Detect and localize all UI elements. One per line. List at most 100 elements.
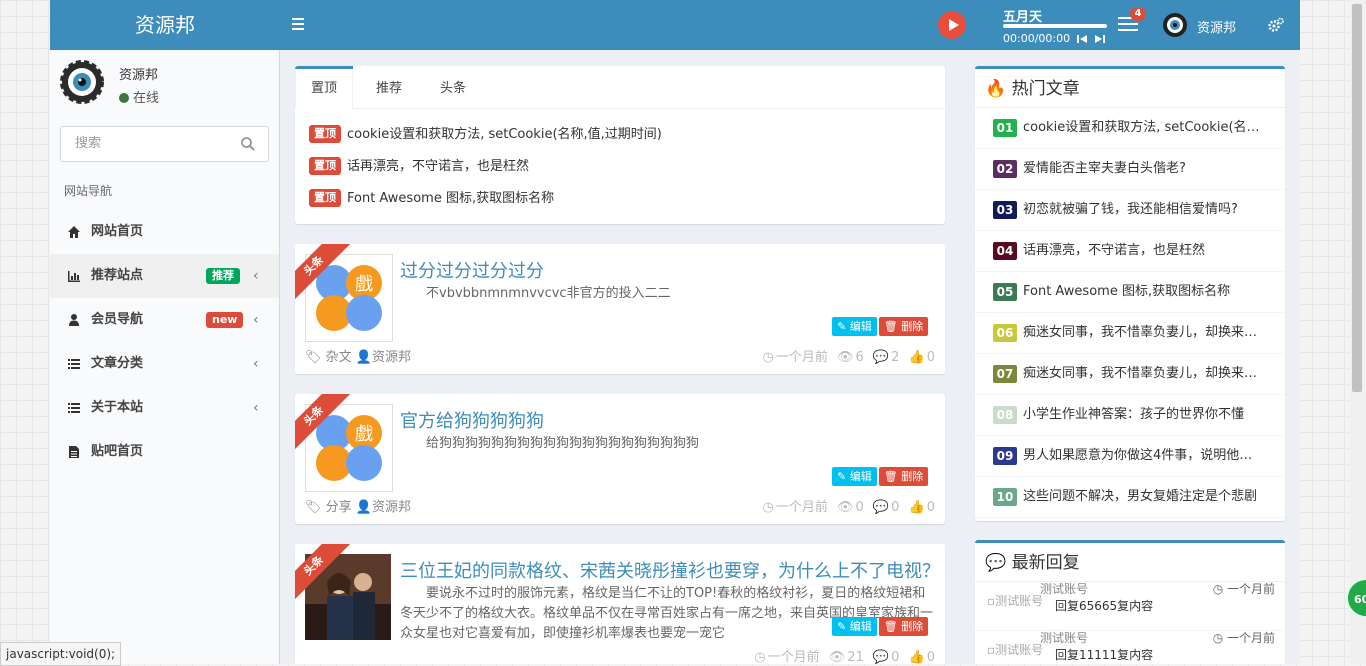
comment-icon: 💬 [872, 500, 890, 515]
post-author[interactable]: 资源邦 [372, 350, 411, 365]
sidebar-item-recommended-sites[interactable]: 推荐站点 推荐 ‹ [50, 254, 279, 298]
svg-text:戲: 戲 [355, 274, 373, 295]
rank-badge: 03 [993, 201, 1017, 219]
tab-headlines[interactable]: 头条 [425, 66, 481, 107]
hot-article-item[interactable]: 04 话再漂亮，不守诺言，也是枉然 [975, 231, 1285, 272]
post-excerpt: 给狗狗狗狗狗狗狗狗狗狗狗狗狗狗狗狗狗狗狗狗 [426, 436, 700, 451]
page-scrollbar[interactable] [1349, 0, 1366, 664]
reply-time-text: 一个月前 [1226, 582, 1275, 596]
thumbs-up-icon[interactable]: 👍 [909, 500, 925, 515]
reply-item[interactable]: 测试账号 ◷ 一个月前 ▫测试账号 回复65665复内容 [975, 582, 1285, 631]
post-author[interactable]: 资源邦 [372, 500, 411, 515]
hot-article-item[interactable]: 07 痴迷女同事，我不惜辜负妻儿，却换来一场空 [975, 354, 1285, 395]
replies-title-text: 最新回复 [1011, 553, 1080, 573]
rank-badge: 10 [993, 488, 1017, 506]
browser-status-bar: javascript:void(0); [0, 642, 122, 666]
sidebar-item-about[interactable]: 关于本站 ‹ [50, 386, 279, 430]
hot-article-item[interactable]: 08 小学生作业神答案：孩子的世界你不懂 [975, 395, 1285, 436]
user-avatar-icon[interactable] [1162, 12, 1188, 38]
chevron-left-icon: ‹ [253, 268, 259, 284]
thumbs-up-icon[interactable]: 👍 [909, 350, 925, 365]
reply-avatar-alt: 测试账号 [995, 643, 1044, 657]
delete-label: 删除 [901, 320, 924, 333]
thumbs-up-icon[interactable]: 👍 [909, 650, 925, 664]
hot-article-item[interactable]: 06 痴迷女同事，我不惜辜负妻儿，却换来一场空 [975, 313, 1285, 354]
hot-article-title: 这些问题不解决，男女复婚注定是个悲剧 [1023, 489, 1258, 504]
sidebar-item-label: 关于本站 [91, 400, 144, 415]
top-header: 资源邦 五月天 00:00/00:00 4 资源邦 [50, 0, 1300, 50]
pinned-article-link[interactable]: 置顶 话再漂亮，不守诺言，也是枉然 [309, 156, 529, 178]
site-logo[interactable]: 资源邦 [50, 0, 280, 50]
rank-badge: 07 [993, 365, 1017, 383]
latest-replies-title: 💬 最新回复 [975, 543, 1285, 582]
delete-button[interactable]: 🗑 删除 [878, 317, 929, 336]
post-time: 一个月前 [767, 650, 820, 664]
rank-badge: 06 [993, 324, 1017, 342]
reply-user-name[interactable]: 测试账号 [1040, 580, 1088, 597]
reply-user-name[interactable]: 测试账号 [1040, 629, 1088, 646]
edit-button[interactable]: ✎ 编辑 [832, 467, 877, 486]
hot-article-item[interactable]: 09 男人如果愿意为你做这4件事，说明他真的爱你 [975, 436, 1285, 477]
play-button[interactable] [938, 11, 966, 39]
rank-badge: 01 [993, 119, 1017, 137]
delete-button[interactable]: 🗑 删除 [878, 617, 929, 636]
sidebar-toggle-button[interactable] [288, 15, 308, 35]
home-icon [68, 226, 80, 238]
reply-content: 回复11111复内容 [1055, 648, 1154, 662]
search-icon[interactable] [240, 136, 256, 152]
user-icon: 👤 [355, 500, 372, 515]
hot-article-item[interactable]: 05 Font Awesome 图标,获取图标名称 [975, 272, 1285, 313]
user-status: 在线 [119, 87, 159, 106]
hot-article-title: 初恋就被骗了钱，我还能相信爱情吗? [1023, 202, 1238, 217]
hot-article-item[interactable]: 10 这些问题不解决，男女复婚注定是个悲剧 [975, 477, 1285, 518]
sidebar-item-forum-home[interactable]: 贴吧首页 [50, 430, 279, 474]
previous-track-icon[interactable] [1077, 34, 1087, 44]
post-meta-right: ◷ 一个月前 👁 6 💬 2 👍 0 [757, 346, 935, 365]
tags-icon: 🏷 [305, 350, 322, 365]
hot-article-item[interactable]: 01 cookie设置和获取方法, setCookie(名称,值,过期时间) [975, 108, 1285, 149]
hot-article-item[interactable]: 03 初恋就被骗了钱，我还能相信爱情吗? [975, 190, 1285, 231]
post-category[interactable]: 杂文 [326, 350, 352, 365]
rank-badge: 04 [993, 242, 1017, 260]
reply-time: ◷ 一个月前 [1212, 582, 1275, 596]
chevron-left-icon: ‹ [253, 356, 259, 372]
delete-button[interactable]: 🗑 删除 [878, 467, 929, 486]
app: 资源邦 五月天 00:00/00:00 4 资源邦 资源邦 在线 搜索 网站导航… [50, 0, 1300, 664]
search-input[interactable] [73, 135, 237, 152]
eye-icon: 👁 [836, 350, 854, 365]
post-views: 6 [855, 350, 864, 365]
nav-header: 网站导航 [64, 184, 113, 198]
header-user-name[interactable]: 资源邦 [1197, 17, 1236, 36]
post-category[interactable]: 分享 [326, 500, 352, 515]
sidebar-item-label: 会员导航 [91, 312, 144, 327]
sidebar-item-member-nav[interactable]: 会员导航 new ‹ [50, 298, 279, 342]
sidebar-item-article-categories[interactable]: 文章分类 ‹ [50, 342, 279, 386]
reply-item[interactable]: 测试账号 ◷ 一个月前 ▫测试账号 回复11111复内容 [975, 631, 1285, 664]
pinned-article-link[interactable]: 置顶 Font Awesome 图标,获取图标名称 [309, 188, 554, 210]
sidebar-item-home[interactable]: 网站首页 [50, 210, 279, 254]
hot-article-item[interactable]: 02 爱情能否主宰夫妻白头偕老? [975, 149, 1285, 190]
scrollbar-thumb[interactable] [1352, 4, 1362, 392]
rank-badge: 08 [993, 406, 1017, 424]
pinned-article-link[interactable]: 置顶 cookie设置和获取方法, setCookie(名称,值,过期时间) [309, 124, 662, 146]
reply-time-text: 一个月前 [1226, 631, 1275, 645]
post-title-link[interactable]: 官方给狗狗狗狗狗 [400, 407, 935, 433]
post-actions: ✎ 编辑 🗑 删除 [830, 317, 929, 336]
edit-button[interactable]: ✎ 编辑 [832, 617, 877, 636]
edit-button[interactable]: ✎ 编辑 [832, 317, 877, 336]
user-icon [69, 314, 79, 326]
chevron-left-icon: ‹ [253, 312, 259, 328]
tab-recommended[interactable]: 推荐 [361, 66, 417, 107]
next-track-icon[interactable] [1095, 34, 1105, 44]
post-title-link[interactable]: 过分过分过分过分 [400, 257, 935, 283]
song-progress-bar[interactable] [1003, 24, 1107, 28]
tab-pinned[interactable]: 置顶 [295, 66, 354, 109]
settings-gears-icon[interactable] [1268, 17, 1284, 33]
list-icon [68, 403, 80, 413]
edit-label: 编辑 [849, 620, 872, 633]
post-views: 0 [855, 500, 864, 515]
sidebar-item-label: 网站首页 [91, 224, 144, 239]
post-title-link[interactable]: 三位王妃的同款格纹、宋茜关晓彤撞衫也要穿，为什么上不了电视？ [400, 557, 935, 583]
pinned-article-title: 话再漂亮，不守诺言，也是枉然 [347, 159, 530, 174]
hot-article-title: 话再漂亮，不守诺言，也是枉然 [1023, 243, 1206, 258]
